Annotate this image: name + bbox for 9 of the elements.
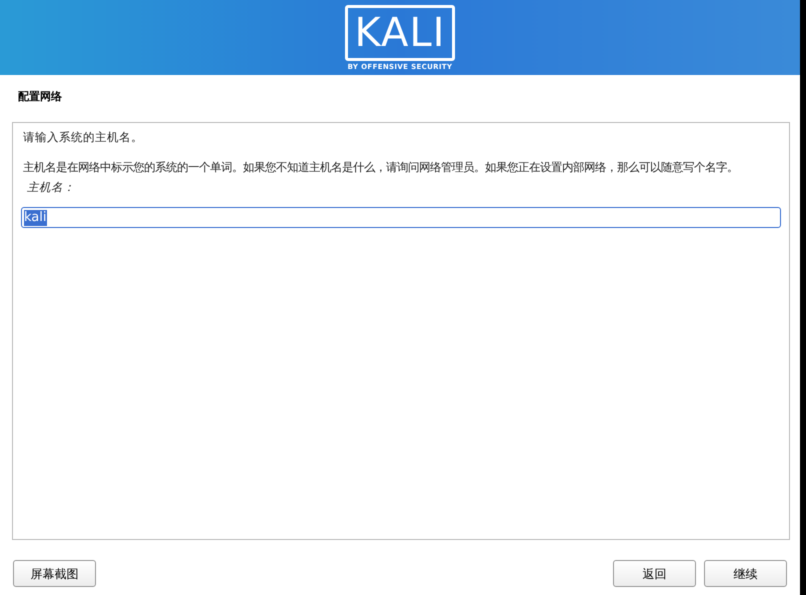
action-button[interactable]: 返回 bbox=[613, 560, 696, 587]
logo-text: KALI bbox=[345, 5, 455, 61]
description-text: 主机名是在网络中标示您的系统的一个单词。如果您不知道主机名是什么，请询问网络管理员。如果您正在设置内部网络，那么可以随意写个名字。 bbox=[23, 160, 739, 176]
field-label: 主机名： bbox=[27, 179, 76, 196]
action-button[interactable]: 屏幕截图 bbox=[13, 560, 96, 587]
hostname-field[interactable]: kali bbox=[21, 207, 781, 228]
action-button[interactable]: 继续 bbox=[704, 560, 787, 587]
prompt-text: 请输入系统的主机名。 bbox=[23, 129, 144, 145]
page-title: 配置网络 bbox=[18, 89, 63, 105]
